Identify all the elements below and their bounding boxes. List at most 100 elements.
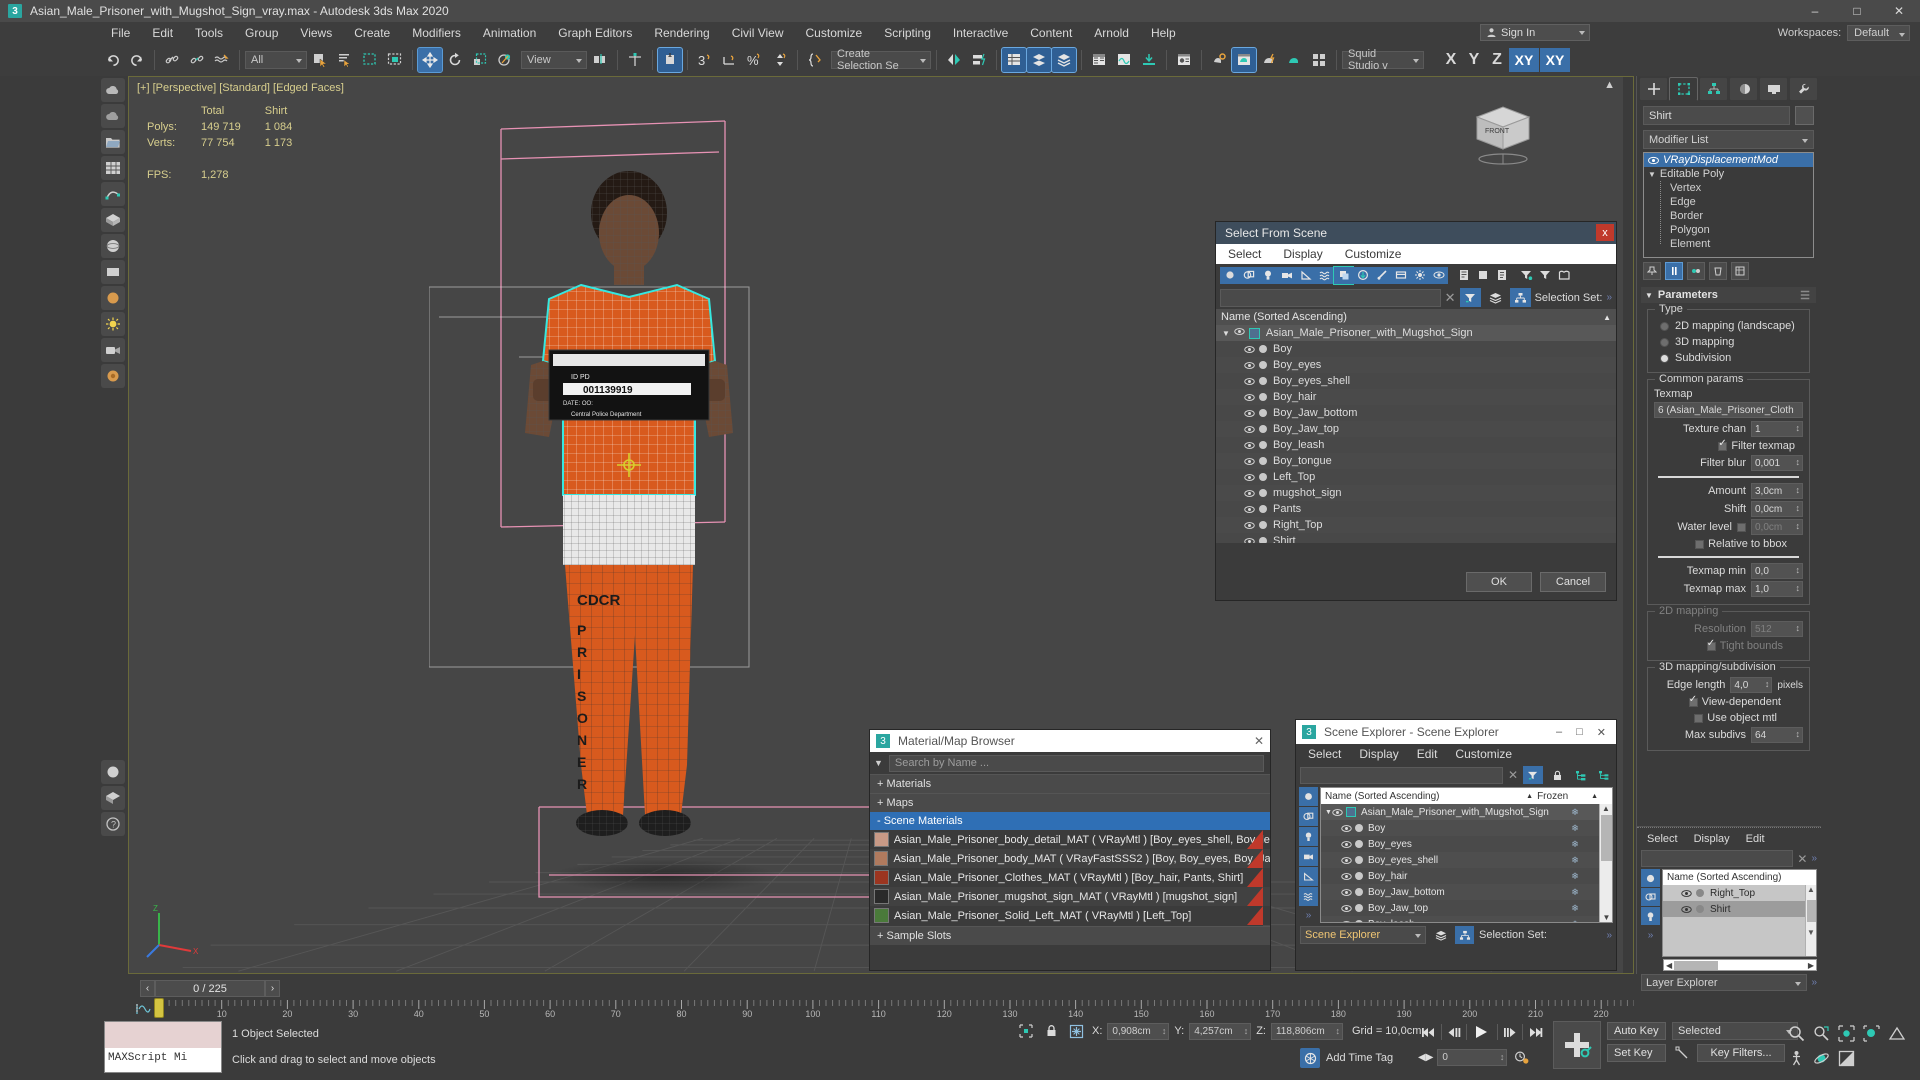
hierarchy-tab[interactable] — [1699, 77, 1728, 101]
more-filters-icon[interactable]: » — [1299, 910, 1318, 921]
field-of-view-icon[interactable] — [1884, 1021, 1908, 1045]
display-frozen-icon[interactable] — [1492, 267, 1511, 284]
display-children-icon[interactable] — [1454, 267, 1473, 284]
eye-icon[interactable] — [1244, 424, 1255, 435]
expand-footer-icon[interactable]: » — [1606, 930, 1612, 941]
close-button[interactable]: ✕ — [1878, 0, 1920, 22]
mirror-geometry-icon[interactable] — [942, 48, 966, 72]
eye-icon[interactable] — [1244, 408, 1255, 419]
select-from-scene-list[interactable]: ▼ Asian_Male_Prisoner_with_Mugshot_Sign Bo… — [1216, 325, 1616, 543]
sfs-row-boy[interactable]: Boy — [1216, 341, 1616, 357]
x-coordinate-field[interactable]: 0,908cm — [1107, 1022, 1170, 1040]
sort-ascending-icon-2[interactable]: ▲ — [1591, 793, 1598, 800]
filter-funnel-icon[interactable] — [1536, 267, 1555, 284]
filter-blur-spinner[interactable]: 0,001 — [1751, 455, 1803, 471]
maxscript-output-pane[interactable] — [105, 1022, 221, 1048]
frozen-icon[interactable]: ❄ — [1551, 903, 1599, 914]
eye-icon[interactable] — [1332, 807, 1343, 818]
camera-tool-icon[interactable] — [101, 338, 125, 362]
se-menu-edit[interactable]: Edit — [1417, 747, 1438, 761]
eye-icon[interactable] — [1341, 919, 1352, 923]
expand-toolbar-icon[interactable]: » — [1811, 853, 1817, 864]
sfs-row-mugshot_sign[interactable]: mugshot_sign — [1216, 485, 1616, 501]
axis-constraint-z[interactable]: Z — [1486, 48, 1508, 72]
se-row-boy_eyes_shell[interactable]: Boy_eyes_shell ❄ — [1321, 852, 1612, 868]
timeline-ruler[interactable]: 10 20 30 40 50 60 70 80 90 100 110 120 130 140 150 160 1… — [156, 1000, 1634, 1018]
se-row-boy_hair[interactable]: Boy_hair ❄ — [1321, 868, 1612, 884]
use-object-mtl-row[interactable]: Use object mtl — [1654, 710, 1803, 726]
filter-all-icon[interactable] — [1410, 266, 1429, 284]
render-preset-dropdown[interactable]: Squid Studio v — [1342, 48, 1424, 72]
geometry-tool-icon[interactable] — [101, 208, 125, 232]
z-coordinate-field[interactable]: 118,806cm — [1270, 1022, 1343, 1040]
radio-subdivision[interactable]: Subdivision — [1654, 350, 1803, 366]
select-and-move-button[interactable] — [417, 47, 443, 73]
eye-icon[interactable] — [1341, 887, 1352, 898]
menu-graph-editors[interactable]: Graph Editors — [547, 23, 643, 43]
frozen-icon[interactable]: ❄ — [1551, 839, 1599, 850]
filter-toggle-icon[interactable] — [1523, 766, 1543, 784]
set-key-label-button[interactable]: Set Key — [1607, 1044, 1666, 1062]
angle-snap-icon[interactable] — [718, 48, 742, 72]
sfs-row-left_top[interactable]: Left_Top — [1216, 469, 1616, 485]
maximize-viewport-toggle-icon[interactable] — [1834, 1046, 1858, 1070]
sfs-menu-display[interactable]: Display — [1283, 247, 1322, 261]
filter-geometry-icon[interactable] — [1641, 869, 1660, 887]
zoom-all-icon[interactable] — [1809, 1021, 1833, 1045]
se-row-boy[interactable]: Boy ❄ — [1321, 820, 1612, 836]
redo-button[interactable] — [125, 48, 149, 72]
menu-file[interactable]: File — [100, 23, 141, 43]
spinner-snap-icon[interactable] — [768, 48, 792, 72]
filter-lights-icon[interactable] — [1299, 827, 1318, 846]
set-key-button[interactable] — [1553, 1021, 1601, 1069]
selection-lock-region-icon[interactable] — [1015, 1021, 1037, 1041]
eye-icon[interactable] — [1244, 472, 1255, 483]
sphere-tool-icon[interactable] — [101, 234, 125, 258]
filter-visible-icon[interactable] — [1429, 266, 1448, 284]
clear-search-icon[interactable]: ✕ — [1445, 290, 1456, 306]
filter-cameras-icon[interactable] — [1299, 847, 1318, 866]
scene-explorer-window[interactable]: 3 Scene Explorer - Scene Explorer – □ ✕ … — [1296, 720, 1616, 970]
scene-explorer-column-headers[interactable]: Name (Sorted Ascending) ▲ Frozen ▲ — [1321, 788, 1612, 804]
filter-shapes-icon[interactable] — [1641, 888, 1660, 906]
menu-animation[interactable]: Animation — [472, 23, 547, 43]
sub-object-border[interactable]: Border — [1644, 209, 1813, 223]
frozen-icon[interactable]: ❄ — [1551, 887, 1599, 898]
layer-explorer-dropdown[interactable]: Layer Explorer — [1641, 974, 1808, 991]
close-icon[interactable]: ✕ — [1597, 726, 1606, 739]
configure-modifier-sets-icon[interactable] — [1731, 262, 1749, 280]
chevron-down-icon[interactable]: ▼ — [874, 758, 883, 768]
layer-row-right_top[interactable]: Right_Top — [1663, 885, 1816, 901]
layer-explorer-toggle-icon[interactable] — [1026, 47, 1052, 73]
menu-create[interactable]: Create — [343, 23, 401, 43]
mirror-icon[interactable] — [657, 47, 683, 73]
eye-icon[interactable] — [1341, 855, 1352, 866]
goto-start-button[interactable] — [1418, 1021, 1440, 1043]
filter-space-warps-icon[interactable] — [1315, 266, 1334, 284]
eye-icon[interactable] — [1648, 156, 1659, 165]
hierarchy-view-icon[interactable] — [1509, 288, 1531, 307]
next-frame-button[interactable]: › — [265, 980, 280, 997]
eye-icon[interactable] — [1244, 392, 1255, 403]
layers-icon[interactable] — [1431, 926, 1450, 944]
use-pivot-point-center-icon[interactable] — [588, 48, 612, 72]
edge-length-spinner[interactable]: 4,0 — [1730, 677, 1773, 693]
zoom-icon[interactable] — [1784, 1021, 1808, 1045]
select-from-scene-dialog[interactable]: Select From Scene x Select Display Customi… — [1216, 222, 1616, 600]
select-from-scene-search-input[interactable] — [1220, 288, 1441, 307]
water-level-checkbox[interactable] — [1737, 522, 1746, 532]
walk-through-icon[interactable] — [1784, 1046, 1808, 1070]
menu-tools[interactable]: Tools — [184, 23, 234, 43]
sfs-row-boy_eyes_shell[interactable]: Boy_eyes_shell — [1216, 373, 1616, 389]
menu-group[interactable]: Group — [234, 23, 289, 43]
menu-arnold[interactable]: Arnold — [1083, 23, 1140, 43]
layers-toolbar-icon[interactable] — [1051, 47, 1077, 73]
frame-display[interactable]: 0 / 225 — [155, 980, 265, 997]
eye-icon[interactable] — [1244, 536, 1255, 544]
expand-footer-icon[interactable]: » — [1811, 977, 1817, 988]
schematic-view-icon[interactable] — [1112, 48, 1136, 72]
import-icon[interactable] — [1137, 48, 1161, 72]
filter-toggle-icon[interactable] — [1459, 288, 1481, 307]
close-icon[interactable]: x — [1596, 224, 1614, 241]
filter-groups-icon[interactable] — [1333, 265, 1354, 285]
